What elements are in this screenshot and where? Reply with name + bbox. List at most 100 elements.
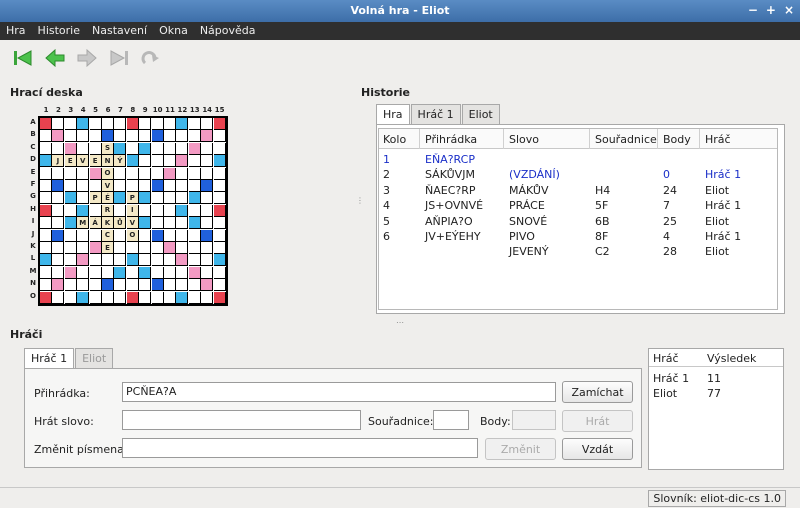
board-cell[interactable] xyxy=(176,155,189,168)
board-cell[interactable] xyxy=(64,291,77,304)
board-cell[interactable] xyxy=(77,254,90,267)
board-cell[interactable] xyxy=(151,118,164,130)
board-cell[interactable]: J xyxy=(52,155,65,168)
board-cell[interactable] xyxy=(77,266,90,279)
board-cell[interactable] xyxy=(89,118,102,130)
tab-hrac1[interactable]: Hráč 1 xyxy=(410,104,461,124)
board-cell[interactable] xyxy=(40,130,52,143)
board-cell[interactable] xyxy=(201,204,214,217)
board-cell[interactable]: É xyxy=(102,192,114,205)
board-cell[interactable] xyxy=(40,291,52,304)
board-cell[interactable] xyxy=(188,266,201,279)
board-cell[interactable] xyxy=(139,279,152,292)
board-cell[interactable] xyxy=(114,242,127,254)
board-cell[interactable] xyxy=(126,167,139,180)
board-cell[interactable] xyxy=(164,229,176,242)
board-cell[interactable] xyxy=(52,192,65,205)
last-move-button[interactable] xyxy=(106,45,132,71)
board-cell[interactable]: O xyxy=(102,167,114,180)
board-cell[interactable] xyxy=(201,229,214,242)
board-cell[interactable] xyxy=(164,242,176,254)
board-cell[interactable] xyxy=(52,167,65,180)
board-cell[interactable] xyxy=(213,130,226,143)
board-cell[interactable] xyxy=(114,204,127,217)
board-cell[interactable] xyxy=(151,192,164,205)
board-cell[interactable] xyxy=(151,167,164,180)
play-button[interactable]: Hrát xyxy=(562,410,633,432)
board-cell[interactable] xyxy=(213,291,226,304)
board-cell[interactable]: V xyxy=(77,155,90,168)
board-cell[interactable] xyxy=(213,167,226,180)
board-cell[interactable] xyxy=(139,192,152,205)
play-word-input[interactable] xyxy=(122,410,361,430)
board-cell[interactable] xyxy=(139,229,152,242)
board-cell[interactable] xyxy=(164,266,176,279)
board-cell[interactable] xyxy=(201,180,214,192)
board-cell[interactable] xyxy=(102,254,114,267)
tab-player-eliot[interactable]: Eliot xyxy=(75,348,114,368)
rack-input[interactable]: PCŇEA?A xyxy=(122,382,556,402)
board-cell[interactable] xyxy=(213,217,226,230)
board-cell[interactable] xyxy=(213,279,226,292)
history-row[interactable]: JEVENÝ C2 28 Eliot xyxy=(379,244,777,259)
board-cell[interactable] xyxy=(176,291,189,304)
board-cell[interactable] xyxy=(164,192,176,205)
board-cell[interactable] xyxy=(40,229,52,242)
board-cell[interactable] xyxy=(176,192,189,205)
board-cell[interactable] xyxy=(77,180,90,192)
board-cell[interactable] xyxy=(139,291,152,304)
board-cell[interactable] xyxy=(176,180,189,192)
board-cell[interactable] xyxy=(40,266,52,279)
board-cell[interactable] xyxy=(139,180,152,192)
tab-hra[interactable]: Hra xyxy=(376,104,410,124)
board-cell[interactable]: M xyxy=(77,217,90,230)
results-col-score[interactable]: Výsledek xyxy=(707,352,756,365)
board-cell[interactable] xyxy=(151,204,164,217)
board-cell[interactable] xyxy=(40,192,52,205)
board-cell[interactable] xyxy=(40,118,52,130)
board-cell[interactable] xyxy=(77,118,90,130)
board-cell[interactable] xyxy=(64,204,77,217)
board-cell[interactable] xyxy=(139,118,152,130)
board-cell[interactable] xyxy=(102,279,114,292)
coord-input[interactable] xyxy=(433,410,469,430)
change-letters-input[interactable] xyxy=(122,438,478,458)
board-cell[interactable] xyxy=(139,217,152,230)
board-cell[interactable] xyxy=(188,291,201,304)
board-cell[interactable] xyxy=(201,155,214,168)
board-cell[interactable] xyxy=(164,167,176,180)
board-cell[interactable] xyxy=(89,254,102,267)
board-cell[interactable] xyxy=(126,291,139,304)
board-cell[interactable] xyxy=(164,204,176,217)
board-cell[interactable] xyxy=(201,279,214,292)
board-cell[interactable] xyxy=(188,204,201,217)
board-cell[interactable] xyxy=(126,254,139,267)
board-cell[interactable] xyxy=(89,167,102,180)
board-cell[interactable] xyxy=(77,192,90,205)
board-cell[interactable] xyxy=(114,130,127,143)
board-cell[interactable] xyxy=(126,155,139,168)
board-cell[interactable] xyxy=(89,130,102,143)
history-row[interactable]: 5 AŇPIA?O SNOVÉ 6B 25 Eliot xyxy=(379,214,777,229)
menu-historie[interactable]: Historie xyxy=(32,22,86,40)
board-cell[interactable] xyxy=(64,266,77,279)
board-cell[interactable] xyxy=(77,204,90,217)
board-cell[interactable] xyxy=(126,279,139,292)
board-cell[interactable] xyxy=(151,217,164,230)
board-cell[interactable] xyxy=(139,142,152,155)
board-cell[interactable] xyxy=(151,266,164,279)
board-cell[interactable] xyxy=(213,180,226,192)
board-cell[interactable] xyxy=(188,242,201,254)
board-cell[interactable] xyxy=(40,142,52,155)
board-cell[interactable]: P xyxy=(89,192,102,205)
board-cell[interactable] xyxy=(188,118,201,130)
board-cell[interactable] xyxy=(213,118,226,130)
board-cell[interactable] xyxy=(188,279,201,292)
board-cell[interactable] xyxy=(40,242,52,254)
board-cell[interactable] xyxy=(139,242,152,254)
board-cell[interactable]: R xyxy=(102,204,114,217)
board-cell[interactable]: E xyxy=(102,242,114,254)
board-cell[interactable] xyxy=(176,229,189,242)
board-cell[interactable] xyxy=(52,130,65,143)
board-cell[interactable] xyxy=(213,254,226,267)
